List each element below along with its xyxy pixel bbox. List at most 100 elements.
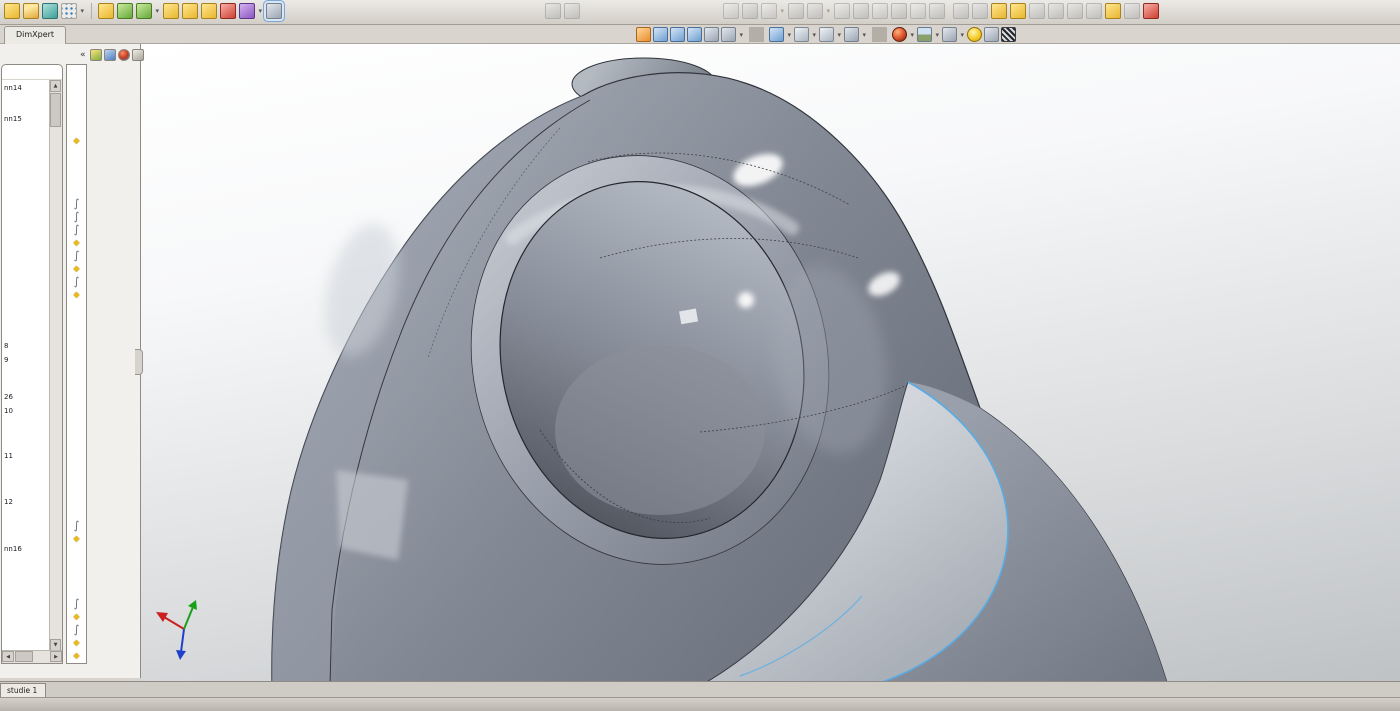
- sketch-annotation-icon[interactable]: ∫: [69, 223, 84, 236]
- tree-item[interactable]: 9: [4, 356, 8, 364]
- linear-pattern-icon[interactable]: [761, 3, 777, 19]
- dimension-annotation-icon[interactable]: ◆: [69, 649, 84, 662]
- sketch-tool-icon[interactable]: [545, 3, 561, 19]
- sketch-annotation-icon[interactable]: ∫: [69, 597, 84, 610]
- tab-dimxpert[interactable]: DimXpert: [4, 26, 66, 44]
- tree-item-list: nn14 nn15 8 9 26 10 11 12 nn16: [2, 80, 50, 651]
- view-orientation-icon[interactable]: [794, 27, 809, 42]
- dimension-annotation-icon[interactable]: ◆: [69, 288, 84, 301]
- material-icon[interactable]: [201, 3, 217, 19]
- tree-item[interactable]: 12: [4, 498, 13, 506]
- zoom-fit-icon[interactable]: [653, 27, 668, 42]
- sketch-annotation-icon[interactable]: ∫: [69, 275, 84, 288]
- featuremanager-tab-icon[interactable]: [90, 49, 102, 61]
- pan-icon[interactable]: [721, 27, 736, 42]
- tools-icon[interactable]: [182, 3, 198, 19]
- scroll-thumb[interactable]: [15, 651, 33, 662]
- separator: [749, 27, 764, 42]
- tree-filter-box[interactable]: [2, 65, 62, 80]
- panel-splitter-handle[interactable]: [135, 349, 143, 375]
- sketch-annotation-icon[interactable]: ∫: [69, 623, 84, 636]
- display-style-icon[interactable]: [819, 27, 834, 42]
- view-settings-icon[interactable]: [942, 27, 957, 42]
- rebuild-icon[interactable]: [117, 3, 133, 19]
- tree-item[interactable]: nn14: [4, 84, 22, 92]
- shadows-icon[interactable]: [984, 27, 999, 42]
- dimension-annotation-icon[interactable]: ◆: [69, 262, 84, 275]
- section-view-icon[interactable]: [769, 27, 784, 42]
- balloon-icon[interactable]: [1010, 3, 1026, 19]
- edit-appearance-icon[interactable]: [892, 27, 907, 42]
- format-painter-icon[interactable]: [972, 3, 988, 19]
- geometric-tolerance-icon[interactable]: [1067, 3, 1083, 19]
- tree-item[interactable]: 10: [4, 407, 13, 415]
- reference-geometry-icon[interactable]: [891, 3, 907, 19]
- graphics-viewport[interactable]: [141, 44, 1400, 682]
- scroll-left-icon[interactable]: ◀: [2, 651, 14, 662]
- hide-show-items-icon[interactable]: [844, 27, 859, 42]
- sketch-icon[interactable]: [636, 27, 651, 42]
- rotate-view-icon[interactable]: [704, 27, 719, 42]
- scroll-thumb[interactable]: [50, 93, 61, 127]
- insert-component-icon[interactable]: [723, 3, 739, 19]
- collapse-panel-icon[interactable]: «: [80, 50, 86, 60]
- new-file-icon[interactable]: [4, 3, 20, 19]
- make-drawing-icon[interactable]: [136, 3, 152, 19]
- scroll-up-icon[interactable]: ▲: [50, 80, 61, 92]
- dimension-annotation-icon[interactable]: ◆: [69, 532, 84, 545]
- weld-symbol-icon[interactable]: [1048, 3, 1064, 19]
- sketch-annotation-icon[interactable]: ∫: [69, 210, 84, 223]
- rotate-component-icon[interactable]: [807, 3, 823, 19]
- tree-item[interactable]: 26: [4, 393, 13, 401]
- surface-finish-icon[interactable]: [1029, 3, 1045, 19]
- panel-header: «: [80, 49, 144, 61]
- exploded-view-icon[interactable]: [929, 3, 945, 19]
- configurationmanager-tab-icon[interactable]: [118, 49, 130, 61]
- tree-item[interactable]: 8: [4, 342, 8, 350]
- note-icon[interactable]: [991, 3, 1007, 19]
- dimension-annotation-icon[interactable]: ◆: [69, 636, 84, 649]
- annotations-icon[interactable]: [1143, 3, 1159, 19]
- undo-icon[interactable]: [239, 3, 255, 19]
- print-icon[interactable]: [98, 3, 114, 19]
- toolbar-options-icon[interactable]: [61, 3, 77, 19]
- dimxpertmanager-tab-icon[interactable]: [132, 49, 144, 61]
- part-template-icon[interactable]: [163, 3, 179, 19]
- sketch-annotation-icon[interactable]: ∫: [69, 197, 84, 210]
- tree-item[interactable]: nn16: [4, 545, 22, 553]
- datum-feature-icon[interactable]: [1086, 3, 1102, 19]
- tree-item[interactable]: nn15: [4, 115, 22, 123]
- zoom-area-icon[interactable]: [670, 27, 685, 42]
- reflection-patch: [336, 470, 408, 560]
- block-icon[interactable]: [1105, 3, 1121, 19]
- apply-scene-icon[interactable]: [917, 27, 932, 42]
- dimension-tool-icon[interactable]: [564, 3, 580, 19]
- motion-study-icon[interactable]: [910, 3, 926, 19]
- delete-icon[interactable]: [220, 3, 236, 19]
- save-icon[interactable]: [42, 3, 58, 19]
- spell-checker-icon[interactable]: [953, 3, 969, 19]
- tab-motion-study[interactable]: studie 1: [0, 683, 46, 698]
- tree-horizontal-scrollbar[interactable]: ◀ ▶: [2, 650, 62, 663]
- assembly-features-icon[interactable]: [872, 3, 888, 19]
- dimension-annotation-icon[interactable]: ◆: [69, 236, 84, 249]
- realview-icon[interactable]: [967, 27, 982, 42]
- mate-icon[interactable]: [742, 3, 758, 19]
- select-icon[interactable]: [266, 3, 282, 19]
- annotation-group: ◆: [69, 134, 84, 147]
- propertymanager-tab-icon[interactable]: [104, 49, 116, 61]
- scroll-right-icon[interactable]: ▶: [50, 651, 62, 662]
- move-component-icon[interactable]: [788, 3, 804, 19]
- show-hidden-components-icon[interactable]: [853, 3, 869, 19]
- center-mark-icon[interactable]: [1124, 3, 1140, 19]
- tree-vertical-scrollbar[interactable]: ▲ ▼: [49, 80, 62, 651]
- dimension-annotation-icon[interactable]: ◆: [69, 134, 84, 147]
- zoom-in-out-icon[interactable]: [687, 27, 702, 42]
- smart-fasteners-icon[interactable]: [834, 3, 850, 19]
- sketch-annotation-icon[interactable]: ∫: [69, 519, 84, 532]
- open-file-icon[interactable]: [23, 3, 39, 19]
- dimension-annotation-icon[interactable]: ◆: [69, 610, 84, 623]
- sketch-annotation-icon[interactable]: ∫: [69, 249, 84, 262]
- zebra-stripes-icon[interactable]: [1001, 27, 1016, 42]
- tree-item[interactable]: 11: [4, 452, 13, 460]
